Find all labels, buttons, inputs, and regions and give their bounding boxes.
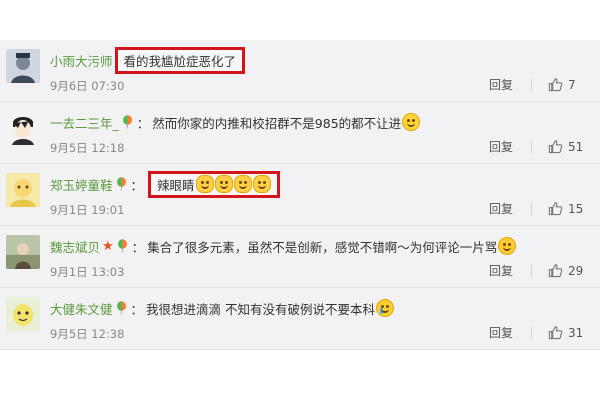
comment-actions: 回复 7 <box>489 76 584 93</box>
avatar-image <box>6 173 40 207</box>
comment-actions: 回复 15 <box>489 200 584 217</box>
cat-emoji-icon <box>252 175 271 193</box>
thumbs-up-icon <box>548 326 563 340</box>
comment-text: 集合了很多元素，虽然不是创新，感觉不错啊～为何评论一片骂 <box>147 239 498 255</box>
like-button[interactable]: 15 <box>548 201 584 216</box>
reply-button[interactable]: 回复 <box>489 76 513 93</box>
thumbs-up-icon <box>548 78 563 92</box>
timestamp: 9月5日 12:38 <box>50 327 125 341</box>
comment-item: 大健朱文健 ： 我很想进滴滴 不知有没有破例说不要本科 9月5日 12:38 回… <box>0 288 600 350</box>
like-count: 29 <box>568 263 584 278</box>
divider <box>531 140 532 153</box>
comment-actions: 回复 29 <box>489 262 584 279</box>
reply-button[interactable]: 回复 <box>489 138 513 155</box>
like-button[interactable]: 51 <box>548 139 584 154</box>
divider <box>531 264 532 277</box>
comment-text: 辣眼睛 <box>157 177 195 193</box>
avatar-image <box>6 235 40 269</box>
balloon-badge-icon <box>116 177 127 191</box>
comment-actions: 回复 31 <box>489 324 584 341</box>
like-button[interactable]: 29 <box>548 263 584 278</box>
comment-header: 郑玉婷童鞋 ： 辣眼睛 <box>50 170 280 198</box>
smile-emoji-icon <box>402 113 421 131</box>
timestamp: 9月6日 07:30 <box>50 79 125 93</box>
thumbs-up-icon <box>548 140 563 154</box>
laugh-emoji-icon <box>498 237 517 255</box>
comment-header: 大健朱文健 ： 我很想进滴滴 不知有没有破例说不要本科 <box>50 296 395 320</box>
reply-button[interactable]: 回复 <box>489 324 513 341</box>
comment-text: 我很想进滴滴 不知有没有破例说不要本科 <box>146 301 376 317</box>
avatar[interactable] <box>6 235 40 269</box>
username[interactable]: 大健朱文健 <box>50 299 113 318</box>
avatar-image <box>6 111 40 145</box>
avatar[interactable] <box>6 49 40 83</box>
comment-header: 小雨大污师 看的我尴尬症恶化了 <box>50 46 246 74</box>
username[interactable]: 魏志斌贝 <box>50 237 100 256</box>
comment-item: 小雨大污师 看的我尴尬症恶化了 9月6日 07:30 回复 7 <box>0 40 600 102</box>
avatar-image <box>6 297 40 331</box>
cry-emoji-icon <box>376 299 395 317</box>
cat-emoji-icon <box>195 175 214 193</box>
like-count: 7 <box>568 77 576 92</box>
thumbs-up-icon <box>548 202 563 216</box>
comment-text: 看的我尴尬症恶化了 <box>123 53 237 69</box>
timestamp: 9月1日 19:01 <box>50 203 125 217</box>
colon-separator: ： <box>131 239 145 255</box>
cat-emoji-icon <box>233 175 252 193</box>
username[interactable]: 一去二三年_ <box>50 113 119 132</box>
reply-button[interactable]: 回复 <box>489 200 513 217</box>
cat-emoji-icon <box>214 175 233 193</box>
avatar[interactable] <box>6 297 40 331</box>
timestamp: 9月1日 13:03 <box>50 265 125 279</box>
balloon-badge-icon <box>122 115 133 129</box>
comment-header: 一去二三年_ ： 然而你家的内推和校招群不是985的都不让进 <box>50 110 421 134</box>
colon-separator: ： <box>130 301 144 317</box>
username[interactable]: 小雨大污师 <box>50 51 113 70</box>
comment-header: 魏志斌贝 ★ ： 集合了很多元素，虽然不是创新，感觉不错啊～为何评论一片骂 <box>50 234 517 258</box>
comment-actions: 回复 51 <box>489 138 584 155</box>
like-button[interactable]: 31 <box>548 325 584 340</box>
balloon-badge-icon <box>116 301 127 315</box>
comment-item: 魏志斌贝 ★ ： 集合了很多元素，虽然不是创新，感觉不错啊～为何评论一片骂 9月… <box>0 226 600 288</box>
colon-separator: ： <box>136 115 150 131</box>
avatar[interactable] <box>6 111 40 145</box>
colon-separator: ： <box>130 177 144 193</box>
comment-item: 一去二三年_ ： 然而你家的内推和校招群不是985的都不让进 9月5日 12:1… <box>0 102 600 164</box>
star-icon: ★ <box>102 238 114 254</box>
comment-item: 郑玉婷童鞋 ： 辣眼睛 9月1日 19:01 回复 15 <box>0 164 600 226</box>
like-count: 31 <box>568 325 584 340</box>
divider <box>531 326 532 339</box>
reply-button[interactable]: 回复 <box>489 262 513 279</box>
like-count: 15 <box>568 201 584 216</box>
comment-text: 然而你家的内推和校招群不是985的都不让进 <box>152 115 402 131</box>
timestamp: 9月5日 12:18 <box>50 141 125 155</box>
divider <box>531 78 532 91</box>
like-button[interactable]: 7 <box>548 77 584 92</box>
highlight-box: 辣眼睛 <box>148 170 280 198</box>
balloon-badge-icon <box>117 239 128 253</box>
avatar[interactable] <box>6 173 40 207</box>
avatar-image <box>6 49 40 83</box>
username[interactable]: 郑玉婷童鞋 <box>50 175 113 194</box>
like-count: 51 <box>568 139 584 154</box>
divider <box>531 202 532 215</box>
thumbs-up-icon <box>548 264 563 278</box>
comment-list: 小雨大污师 看的我尴尬症恶化了 9月6日 07:30 回复 7 一去二三年_ ：… <box>0 40 600 350</box>
highlight-box: 看的我尴尬症恶化了 <box>114 46 246 74</box>
